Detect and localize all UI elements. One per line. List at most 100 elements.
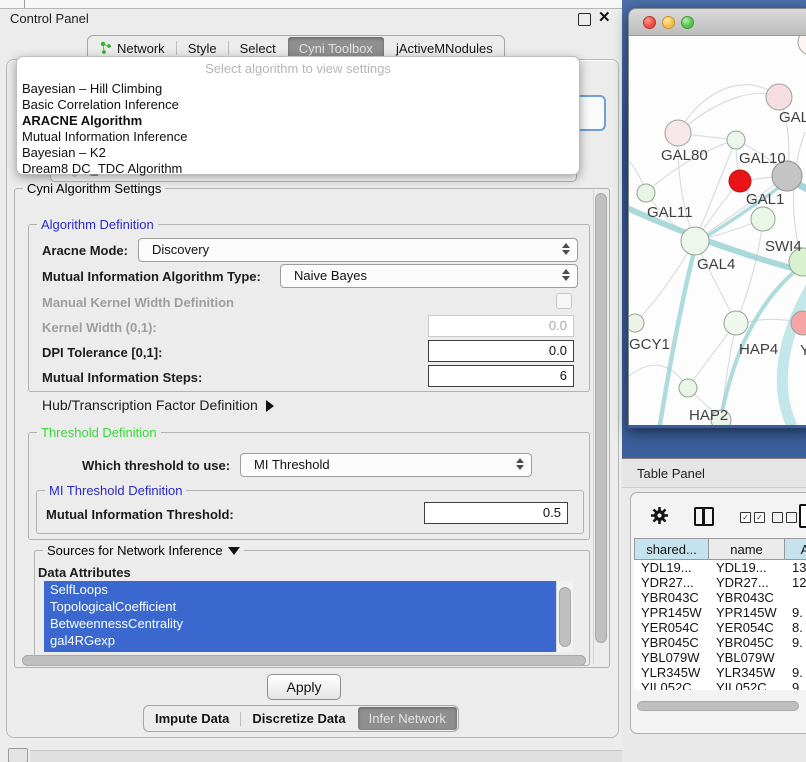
apply-button[interactable]: Apply [267, 674, 341, 700]
table-row[interactable]: YBR043C YBR043C [634, 590, 806, 605]
kernel-width-field[interactable]: 0.0 [428, 315, 574, 337]
collapse-arrow-down-icon [228, 547, 240, 555]
column-header-name[interactable]: name [709, 538, 785, 560]
sources-group-title[interactable]: Sources for Network Inference [43, 543, 244, 558]
node-label: HAP4 [739, 341, 778, 358]
new-table-icon[interactable] [799, 504, 806, 528]
tab-impute-data[interactable]: Impute Data [144, 706, 240, 731]
control-panel-title: Control Panel [10, 11, 89, 26]
app-root: Control Panel ✕ Network Style Select Cyn… [0, 0, 806, 762]
which-threshold-label: Which threshold to use: [82, 458, 230, 473]
data-attributes-list: SelfLoops TopologicalCoefficient Between… [44, 581, 556, 652]
node-red[interactable] [729, 170, 751, 192]
mi-steps-field[interactable]: 6 [428, 365, 574, 387]
cell: YER054C [634, 620, 709, 635]
table-hscrollbar-thumb[interactable] [637, 701, 799, 711]
node-label: GCY1 [629, 336, 670, 353]
column-header-shared-name[interactable]: shared... [634, 538, 709, 560]
settings-hscrollbar-thumb[interactable] [22, 655, 586, 666]
cell: YBR043C [634, 590, 709, 605]
close-panel-icon[interactable]: ✕ [598, 8, 611, 26]
table-row[interactable]: YDL19... YDL19... 13 [634, 560, 806, 575]
network-window-titlebar[interactable] [628, 8, 806, 36]
node-label: Y [800, 342, 806, 359]
cell: YBR045C [634, 635, 709, 650]
tab-jactivemnodules-label: jActiveMNodules [396, 41, 493, 56]
node-hap4[interactable] [724, 311, 748, 335]
node-gal4[interactable] [681, 227, 709, 255]
window-minimize-button[interactable] [662, 16, 675, 29]
column-layout-icon[interactable] [694, 507, 714, 526]
cell: YLR345W [709, 665, 785, 680]
tab-select-label: Select [240, 41, 276, 56]
settings-scrollbar-thumb[interactable] [595, 193, 607, 643]
mi-type-value: Naive Bayes [294, 268, 367, 283]
mi-type-label: Mutual Information Algorithm Type: [42, 269, 261, 284]
algorithm-option[interactable]: Mutual Information Inference [17, 129, 579, 145]
cell: YBR043C [709, 590, 785, 605]
tab-cyni-toolbox-label: Cyni Toolbox [299, 41, 373, 56]
cell [785, 590, 806, 605]
node-partial-top[interactable] [798, 36, 806, 55]
mi-threshold-label: Mutual Information Threshold: [46, 507, 234, 522]
attribute-item[interactable]: gal4RGexp [44, 632, 556, 649]
table-row[interactable]: YLR345W YLR345W 9. [634, 665, 806, 680]
tab-infer-network-label: Infer Network [369, 711, 446, 726]
deselect-all-columns-icon[interactable] [772, 512, 797, 523]
table-row[interactable]: YPR145W YPR145W 9. [634, 605, 806, 620]
node-gcy1[interactable] [629, 314, 644, 332]
node-gal80[interactable] [665, 120, 691, 146]
which-threshold-combobox[interactable]: MI Threshold [240, 453, 532, 477]
attribute-list-scrollbar-thumb[interactable] [559, 587, 571, 647]
mi-type-combobox[interactable]: Naive Bayes [280, 264, 578, 288]
node-label: GAL80 [661, 147, 708, 164]
select-all-columns-icon[interactable]: ✓✓ [740, 512, 765, 523]
cell [785, 650, 806, 665]
attribute-item[interactable]: SelfLoops [44, 581, 556, 598]
algorithm-definition-title: Algorithm Definition [37, 217, 158, 232]
dpi-tolerance-field[interactable]: 0.0 [428, 340, 574, 362]
cell: YER054C [709, 620, 785, 635]
attribute-item[interactable]: BetweennessCentrality [44, 615, 556, 632]
tab-discretize-data[interactable]: Discretize Data [241, 706, 356, 731]
algorithm-option[interactable]: Dream8 DC_TDC Algorithm [17, 161, 579, 177]
tab-discretize-data-label: Discretize Data [252, 711, 345, 726]
table-row[interactable]: YDR27... YDR27... 12 [634, 575, 806, 590]
algorithm-option[interactable]: Bayesian – Hill Climbing [17, 81, 579, 97]
cell: YBL079W [709, 650, 785, 665]
algorithm-option[interactable]: Bayesian – K2 [17, 145, 579, 161]
float-panel-icon[interactable] [578, 13, 591, 26]
aracne-mode-label: Aracne Mode: [42, 243, 128, 258]
window-close-button[interactable] [643, 16, 656, 29]
data-attributes-label: Data Attributes [38, 565, 131, 580]
tab-infer-network[interactable]: Infer Network [358, 707, 457, 730]
tab-style-label: Style [188, 41, 217, 56]
table-row[interactable]: YBL079W YBL079W [634, 650, 806, 665]
table-settings-gear-icon[interactable] [650, 506, 669, 530]
algorithm-option[interactable]: Basic Correlation Inference [17, 97, 579, 113]
table-row[interactable]: YIL052C YIL052C 9 [634, 680, 806, 690]
node-gal11[interactable] [637, 184, 655, 202]
manual-kernel-checkbox[interactable] [556, 293, 572, 309]
mi-threshold-field[interactable]: 0.5 [424, 502, 568, 524]
node-gal10[interactable] [727, 131, 745, 149]
aracne-mode-combobox[interactable]: Discovery [138, 238, 578, 262]
attribute-item[interactable]: TopologicalCoefficient [44, 598, 556, 615]
corner-widget[interactable] [8, 748, 28, 762]
sources-title-label: Sources for Network Inference [47, 543, 223, 558]
network-canvas[interactable]: GAL GAL80 GAL10 GAL1 GAL11 GAL4 SWI4 GCY… [628, 36, 806, 425]
column-header-partial[interactable]: A [785, 538, 806, 560]
apply-button-label: Apply [286, 679, 321, 695]
node-gal1[interactable] [751, 207, 775, 231]
node-table: shared... name A YDL19... YDL19... 13 YD… [634, 538, 806, 690]
window-zoom-button[interactable] [681, 16, 694, 29]
which-threshold-value: MI Threshold [254, 457, 330, 472]
node-hap2[interactable] [679, 379, 697, 397]
tab-impute-data-label: Impute Data [155, 711, 229, 726]
table-row[interactable]: YER054C YER054C 8. [634, 620, 806, 635]
algorithm-option-selected[interactable]: ARACNE Algorithm [17, 113, 579, 129]
node-gal-pink[interactable] [766, 84, 792, 110]
hub-definition-expander[interactable]: Hub/Transcription Factor Definition [42, 397, 274, 413]
threshold-definition-title: Threshold Definition [37, 425, 161, 440]
table-row[interactable]: YBR045C YBR045C 9. [634, 635, 806, 650]
